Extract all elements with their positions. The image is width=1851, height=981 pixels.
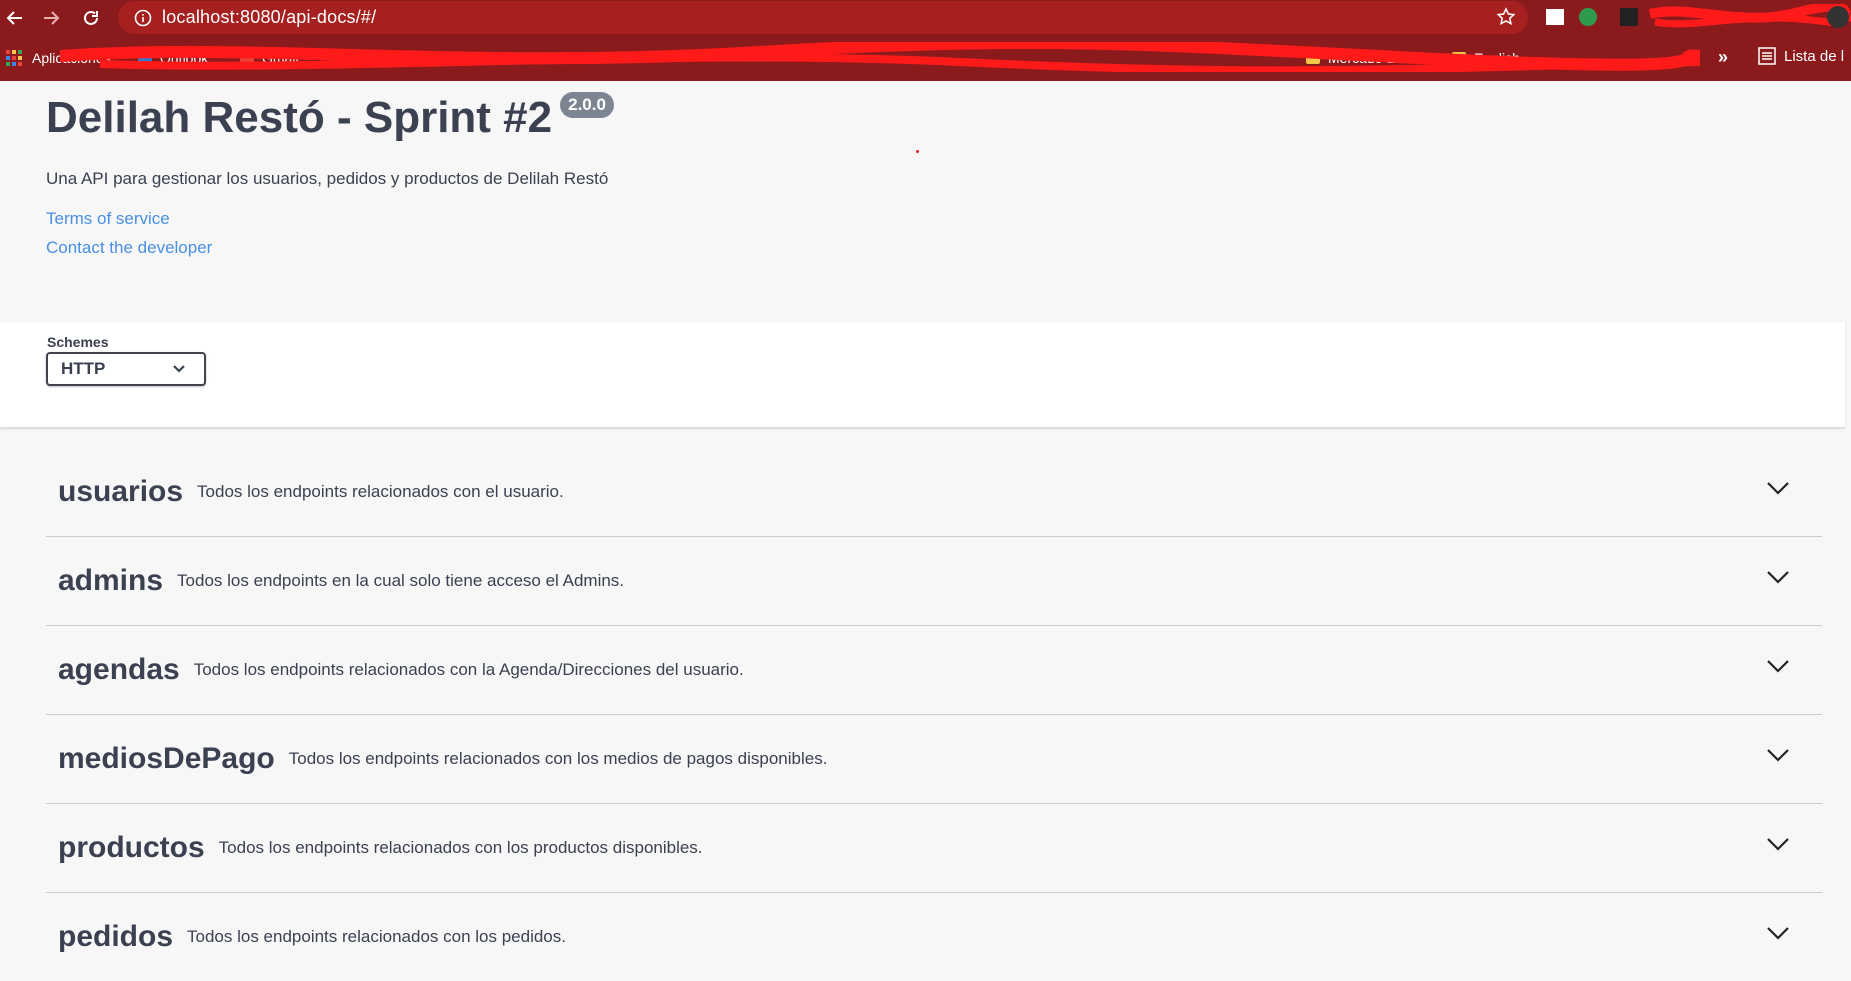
- folder-icon: [1306, 52, 1320, 64]
- tag-name: mediosDePago: [58, 742, 275, 775]
- bookmarks-overflow-button[interactable]: »: [1718, 47, 1728, 68]
- forward-button[interactable]: [36, 3, 66, 33]
- chevron-down-icon[interactable]: [1766, 569, 1790, 585]
- site-info-icon[interactable]: [130, 9, 156, 27]
- tag-name: productos: [58, 831, 205, 864]
- tag-name: agendas: [58, 653, 180, 686]
- drive-icon: [330, 52, 344, 64]
- api-info: Delilah Restó - Sprint #2 2.0.0: [46, 88, 614, 148]
- tag-section-mediosdepago[interactable]: mediosDePago Todos los endpoints relacio…: [46, 715, 1822, 804]
- tag-description: Todos los endpoints relacionados con el …: [197, 482, 564, 501]
- apps-grid-icon[interactable]: [6, 50, 22, 66]
- stray-dot: [916, 150, 919, 153]
- reading-list-icon: [1758, 47, 1776, 65]
- bookmark-item[interactable]: English: [1452, 47, 1520, 69]
- reload-button[interactable]: [76, 3, 106, 33]
- page-title: Delilah Restó - Sprint #2: [46, 93, 553, 142]
- tag-name: usuarios: [58, 475, 184, 508]
- bookmark-star-icon[interactable]: [1496, 7, 1516, 32]
- contact-developer-link[interactable]: Contact the developer: [46, 238, 212, 258]
- schemes-container: Schemes HTTP: [0, 322, 1845, 428]
- schemes-label: Schemes: [47, 334, 109, 350]
- terms-of-service-link[interactable]: Terms of service: [46, 209, 170, 229]
- tag-description: Todos los endpoints relacionados con la …: [193, 660, 744, 679]
- tag-description: Todos los endpoints en la cual solo tien…: [177, 571, 625, 590]
- tag-section-usuarios[interactable]: usuarios Todos los endpoints relacionado…: [46, 448, 1822, 537]
- version-badge: 2.0.0: [560, 92, 614, 118]
- tag-section-pedidos[interactable]: pedidos Todos los endpoints relacionados…: [46, 893, 1822, 981]
- chevron-down-icon: [173, 365, 185, 373]
- tag-section-productos[interactable]: productos Todos los endpoints relacionad…: [46, 804, 1822, 893]
- schemes-select[interactable]: HTTP: [46, 352, 206, 386]
- tag-section-agendas[interactable]: agendas Todos los endpoints relacionados…: [46, 626, 1822, 715]
- tag-list: usuarios Todos los endpoints relacionado…: [46, 448, 1822, 981]
- folder-icon: [1452, 52, 1466, 64]
- schemes-selected-value: HTTP: [61, 359, 106, 378]
- reload-icon: [84, 10, 98, 25]
- tag-name: admins: [58, 564, 164, 597]
- chevron-down-icon[interactable]: [1766, 747, 1790, 763]
- chevron-down-icon[interactable]: [1766, 925, 1790, 941]
- chevron-down-icon[interactable]: [1766, 480, 1790, 496]
- reading-list-button[interactable]: Lista de l: [1758, 47, 1844, 65]
- tag-description: Todos los endpoints relacionados con los…: [218, 838, 703, 857]
- bookmark-item[interactable]: Mercado Libre: [1306, 47, 1418, 69]
- tag-name: pedidos: [58, 920, 174, 953]
- tag-description: Todos los endpoints relacionados con los…: [187, 927, 566, 946]
- bookmark-item[interactable]: Mi unidad - Google: [330, 47, 470, 69]
- url-text: localhost:8080/api-docs/#/: [162, 7, 377, 27]
- redaction-scribble: [1546, 4, 1851, 28]
- gmail-icon: [240, 52, 254, 64]
- extensions-area[interactable]: [1540, 4, 1851, 32]
- bookmarks-bar: Aplicaciones Outlook Gmail Mi unidad - G…: [0, 42, 1851, 74]
- tag-section-admins[interactable]: admins Todos los endpoints en la cual so…: [46, 537, 1822, 626]
- tag-description: Todos los endpoints relacionados con los…: [288, 749, 828, 768]
- chevron-down-icon[interactable]: [1766, 658, 1790, 674]
- outlook-icon: [138, 52, 152, 64]
- api-description: Una API para gestionar los usuarios, ped…: [46, 169, 609, 188]
- arrow-right-icon: [44, 11, 60, 25]
- address-bar[interactable]: localhost:8080/api-docs/#/: [118, 1, 1528, 34]
- chevron-down-icon[interactable]: [1766, 836, 1790, 852]
- back-button[interactable]: [0, 3, 30, 33]
- bookmark-item[interactable]: Aplicaciones: [32, 47, 111, 69]
- arrow-left-icon: [6, 11, 22, 25]
- bookmark-item[interactable]: Gmail: [240, 47, 299, 69]
- browser-toolbar: localhost:8080/api-docs/#/ Aplicaciones …: [0, 0, 1851, 81]
- bookmark-item[interactable]: Outlook: [138, 47, 208, 69]
